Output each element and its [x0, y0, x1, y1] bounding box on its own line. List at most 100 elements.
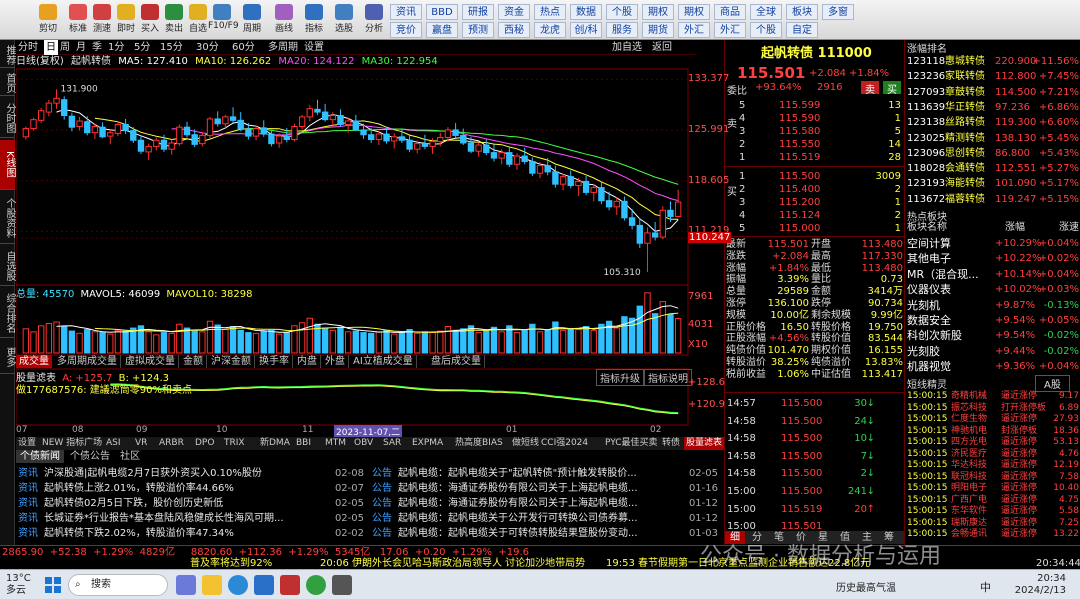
volume-sub-tab-1[interactable]: 多周期成交量	[54, 355, 121, 368]
volume-sub-tab-5[interactable]: 换手率	[256, 355, 293, 368]
period-tab-5[interactable]: 1分	[108, 40, 124, 55]
indicator-tab-6[interactable]: TRIX	[222, 437, 247, 450]
announcement-item[interactable]: 公告 起帆电缆：起帆电缆关于公开发行可转换公司债券募... 01-12	[372, 511, 720, 527]
ind-upgrade-button[interactable]: 指标升级	[596, 369, 644, 386]
announcement-item[interactable]: 公告 起帆电缆：海通证券股份有限公司关于上海起帆电缆... 01-16	[372, 481, 720, 497]
indicator-tab-4[interactable]: ARBR	[157, 437, 186, 450]
rank-row[interactable]: 113672 福蓉转债 119.247 +5.15%	[905, 192, 1080, 207]
news-item[interactable]: 资讯 起帆转债02月5日下跌，股价创历史新低 02-05	[18, 496, 366, 512]
bid-row[interactable]: 2 115.400 2	[725, 183, 905, 196]
sector-row[interactable]: 光刻胶 +9.44% -0.02%	[905, 344, 1080, 359]
task-view-icon[interactable]	[176, 575, 196, 595]
news-item[interactable]: 资讯 沪深股通|起帆电缆2月7日获外资买入0.10%股份 02-08	[18, 466, 366, 482]
quick-button-5[interactable]: 预测	[462, 22, 494, 38]
short-row[interactable]: 15:00:15 联冠科技 逼近涨停 7.58	[905, 471, 1080, 483]
weather-widget[interactable]: 13°C 多云	[6, 573, 31, 597]
bid-row[interactable]: 1 115.500 3009	[725, 170, 905, 183]
news-item[interactable]: 资讯 起帆转债上涨2.01%，转股溢价率44.66% 02-07	[18, 481, 366, 497]
rank-row[interactable]: 118028 会通转债 112.551 +5.27%	[905, 161, 1080, 176]
file-explorer-icon[interactable]	[202, 575, 222, 595]
vscode-icon[interactable]	[254, 575, 274, 595]
chrome-icon[interactable]	[306, 575, 326, 595]
rank-row[interactable]: 123118 惠城转债 220.900 +11.56%	[905, 54, 1080, 69]
short-row[interactable]: 15:00:15 明阳电子 逼近涨停 10.40	[905, 482, 1080, 494]
left-nav-item-3[interactable]: K线图	[0, 140, 15, 190]
toolbar-draw-button[interactable]: 画线	[270, 4, 298, 38]
volume-sub-tab-3[interactable]: 金额	[180, 355, 207, 368]
rank-row[interactable]: 123138 丝路转债 119.300 +6.60%	[905, 115, 1080, 130]
news-item[interactable]: 资讯 起帆转债下跌2.02%，转股溢价率47.34% 02-02	[18, 526, 366, 542]
news-item[interactable]: 资讯 长城证券*行业报告*基本盘陆风稳健成长性海风可期... 02-05	[18, 511, 366, 527]
left-nav-item-7[interactable]: 更多	[0, 340, 15, 374]
sector-row[interactable]: 数据安全 +9.54% +0.05%	[905, 313, 1080, 328]
quick-button-19[interactable]: 外汇	[714, 22, 746, 38]
period-tab-3[interactable]: 月	[76, 40, 86, 55]
quick-button-8[interactable]: 热点	[534, 4, 566, 20]
short-row[interactable]: 15:00:15 四方光电 逼近涨停 53.13	[905, 436, 1080, 448]
toolbar-analysis-button[interactable]: 分析	[360, 4, 388, 38]
indicator-tab-1[interactable]: NEW 指标广场	[40, 437, 104, 450]
short-row[interactable]: 15:00:15 华达科技 逼近涨停 12.19	[905, 459, 1080, 471]
indicator-tab-2[interactable]: ASI	[104, 437, 123, 450]
quick-button-15[interactable]: 期货	[642, 22, 674, 38]
period-tab-2[interactable]: 周	[60, 40, 70, 55]
quick-button-0[interactable]: 资讯	[390, 4, 422, 20]
indicator-tab-14[interactable]: 做短线	[510, 437, 541, 450]
short-row[interactable]: 15:00:15 振芯科技 打开涨停板 6.89	[905, 402, 1080, 414]
announcement-item[interactable]: 公告 起帆电缆：海通证券股份有限公司关于上海起帆电缆... 01-12	[372, 496, 720, 512]
short-row[interactable]: 15:00:15 济民医疗 逼近涨停 4.76	[905, 448, 1080, 460]
ask-row[interactable]: 3 115.580 5	[725, 125, 905, 138]
sector-row[interactable]: 其他电子 +10.22% +0.02%	[905, 251, 1080, 266]
quick-button-4[interactable]: 研报	[462, 4, 494, 20]
period-tab-0[interactable]: 分时	[18, 40, 38, 55]
indicator-tab-16[interactable]: PYC最佳买卖	[603, 437, 660, 450]
ind-help-button[interactable]: 指标说明	[644, 369, 692, 386]
quick-button-13[interactable]: 服务	[606, 22, 638, 38]
volume-sub-tab-4[interactable]: 沪深金额	[208, 355, 255, 368]
indicator-tab-18[interactable]: 股量滤表	[684, 437, 724, 450]
short-row[interactable]: 15:00:15 奇精机械 逼近涨停 9.17	[905, 390, 1080, 402]
quick-button-12[interactable]: 个股	[606, 4, 638, 20]
quick-button-14[interactable]: 期权	[642, 4, 674, 20]
quick-button-20[interactable]: 全球	[750, 4, 782, 20]
taskbar-search[interactable]: ⌕ 搜索	[68, 574, 168, 596]
quick-button-3[interactable]: 赢盘	[426, 22, 458, 38]
indicator-tab-12[interactable]: EXPMA	[410, 437, 445, 450]
toolbar-f10-button[interactable]: F10/F9	[208, 4, 239, 38]
toolbar-screener-button[interactable]: 选股	[330, 4, 358, 38]
period-tab-4[interactable]: 季	[92, 40, 102, 55]
period-tab-10[interactable]: 多周期	[268, 40, 298, 55]
rank-row[interactable]: 123193 海能转债 101.090 +5.17%	[905, 176, 1080, 191]
rank-row[interactable]: 113639 华正转债 97.236 +6.86%	[905, 100, 1080, 115]
period-right-btn-0[interactable]: 加自选	[612, 40, 642, 55]
taskbar-app-label[interactable]: 历史最高气温	[836, 579, 896, 594]
rank-row[interactable]: 127093 章鼓转债 114.500 +7.21%	[905, 85, 1080, 100]
ask-row[interactable]: 1 115.519 28	[725, 151, 905, 164]
edge-icon[interactable]	[228, 575, 248, 595]
sector-row[interactable]: 光刻机 +9.87% -0.13%	[905, 298, 1080, 313]
quick-button-7[interactable]: 西秘	[498, 22, 530, 38]
left-nav-item-2[interactable]: 分时图	[0, 98, 15, 138]
left-nav-item-1[interactable]: 首页	[0, 70, 15, 96]
left-nav-item-4[interactable]: 个股资料	[0, 192, 15, 244]
ask-row[interactable]: 2 115.550 14	[725, 138, 905, 151]
stock-app-icon[interactable]	[280, 575, 300, 595]
bid-row[interactable]: 4 115.124 2	[725, 209, 905, 222]
volume-sub-tab-7[interactable]: 外盘	[322, 355, 349, 368]
period-tab-9[interactable]: 60分	[232, 40, 255, 55]
quick-button-22[interactable]: 板块	[786, 4, 818, 20]
short-row[interactable]: 15:00:15 东华软件 逼近涨停 5.58	[905, 505, 1080, 517]
indicator-tab-9[interactable]: MTM	[323, 437, 348, 450]
announcement-item[interactable]: 公告 起帆电缆：起帆电缆关于"起帆转债"预计触发转股价... 02-05	[372, 466, 720, 482]
quick-button-24[interactable]: 多窗	[822, 4, 854, 20]
period-right-btn-1[interactable]: 返回	[652, 40, 672, 55]
volume-sub-tab-2[interactable]: 虚拟成交量	[122, 355, 179, 368]
quick-button-16[interactable]: 期权	[678, 4, 710, 20]
sector-row[interactable]: 空间计算 +10.29% +0.04%	[905, 236, 1080, 251]
short-row[interactable]: 15:00:15 神驰机电 封涨停板 18.36	[905, 425, 1080, 437]
news-tab-2[interactable]: 社区	[116, 450, 144, 463]
quick-button-2[interactable]: BBD	[426, 4, 458, 20]
rank-row[interactable]: 123025 精测转债 138.130 +5.45%	[905, 131, 1080, 146]
toolbar-period-button[interactable]: 周期	[238, 4, 266, 38]
ask-row[interactable]: 4 115.590 1	[725, 112, 905, 125]
